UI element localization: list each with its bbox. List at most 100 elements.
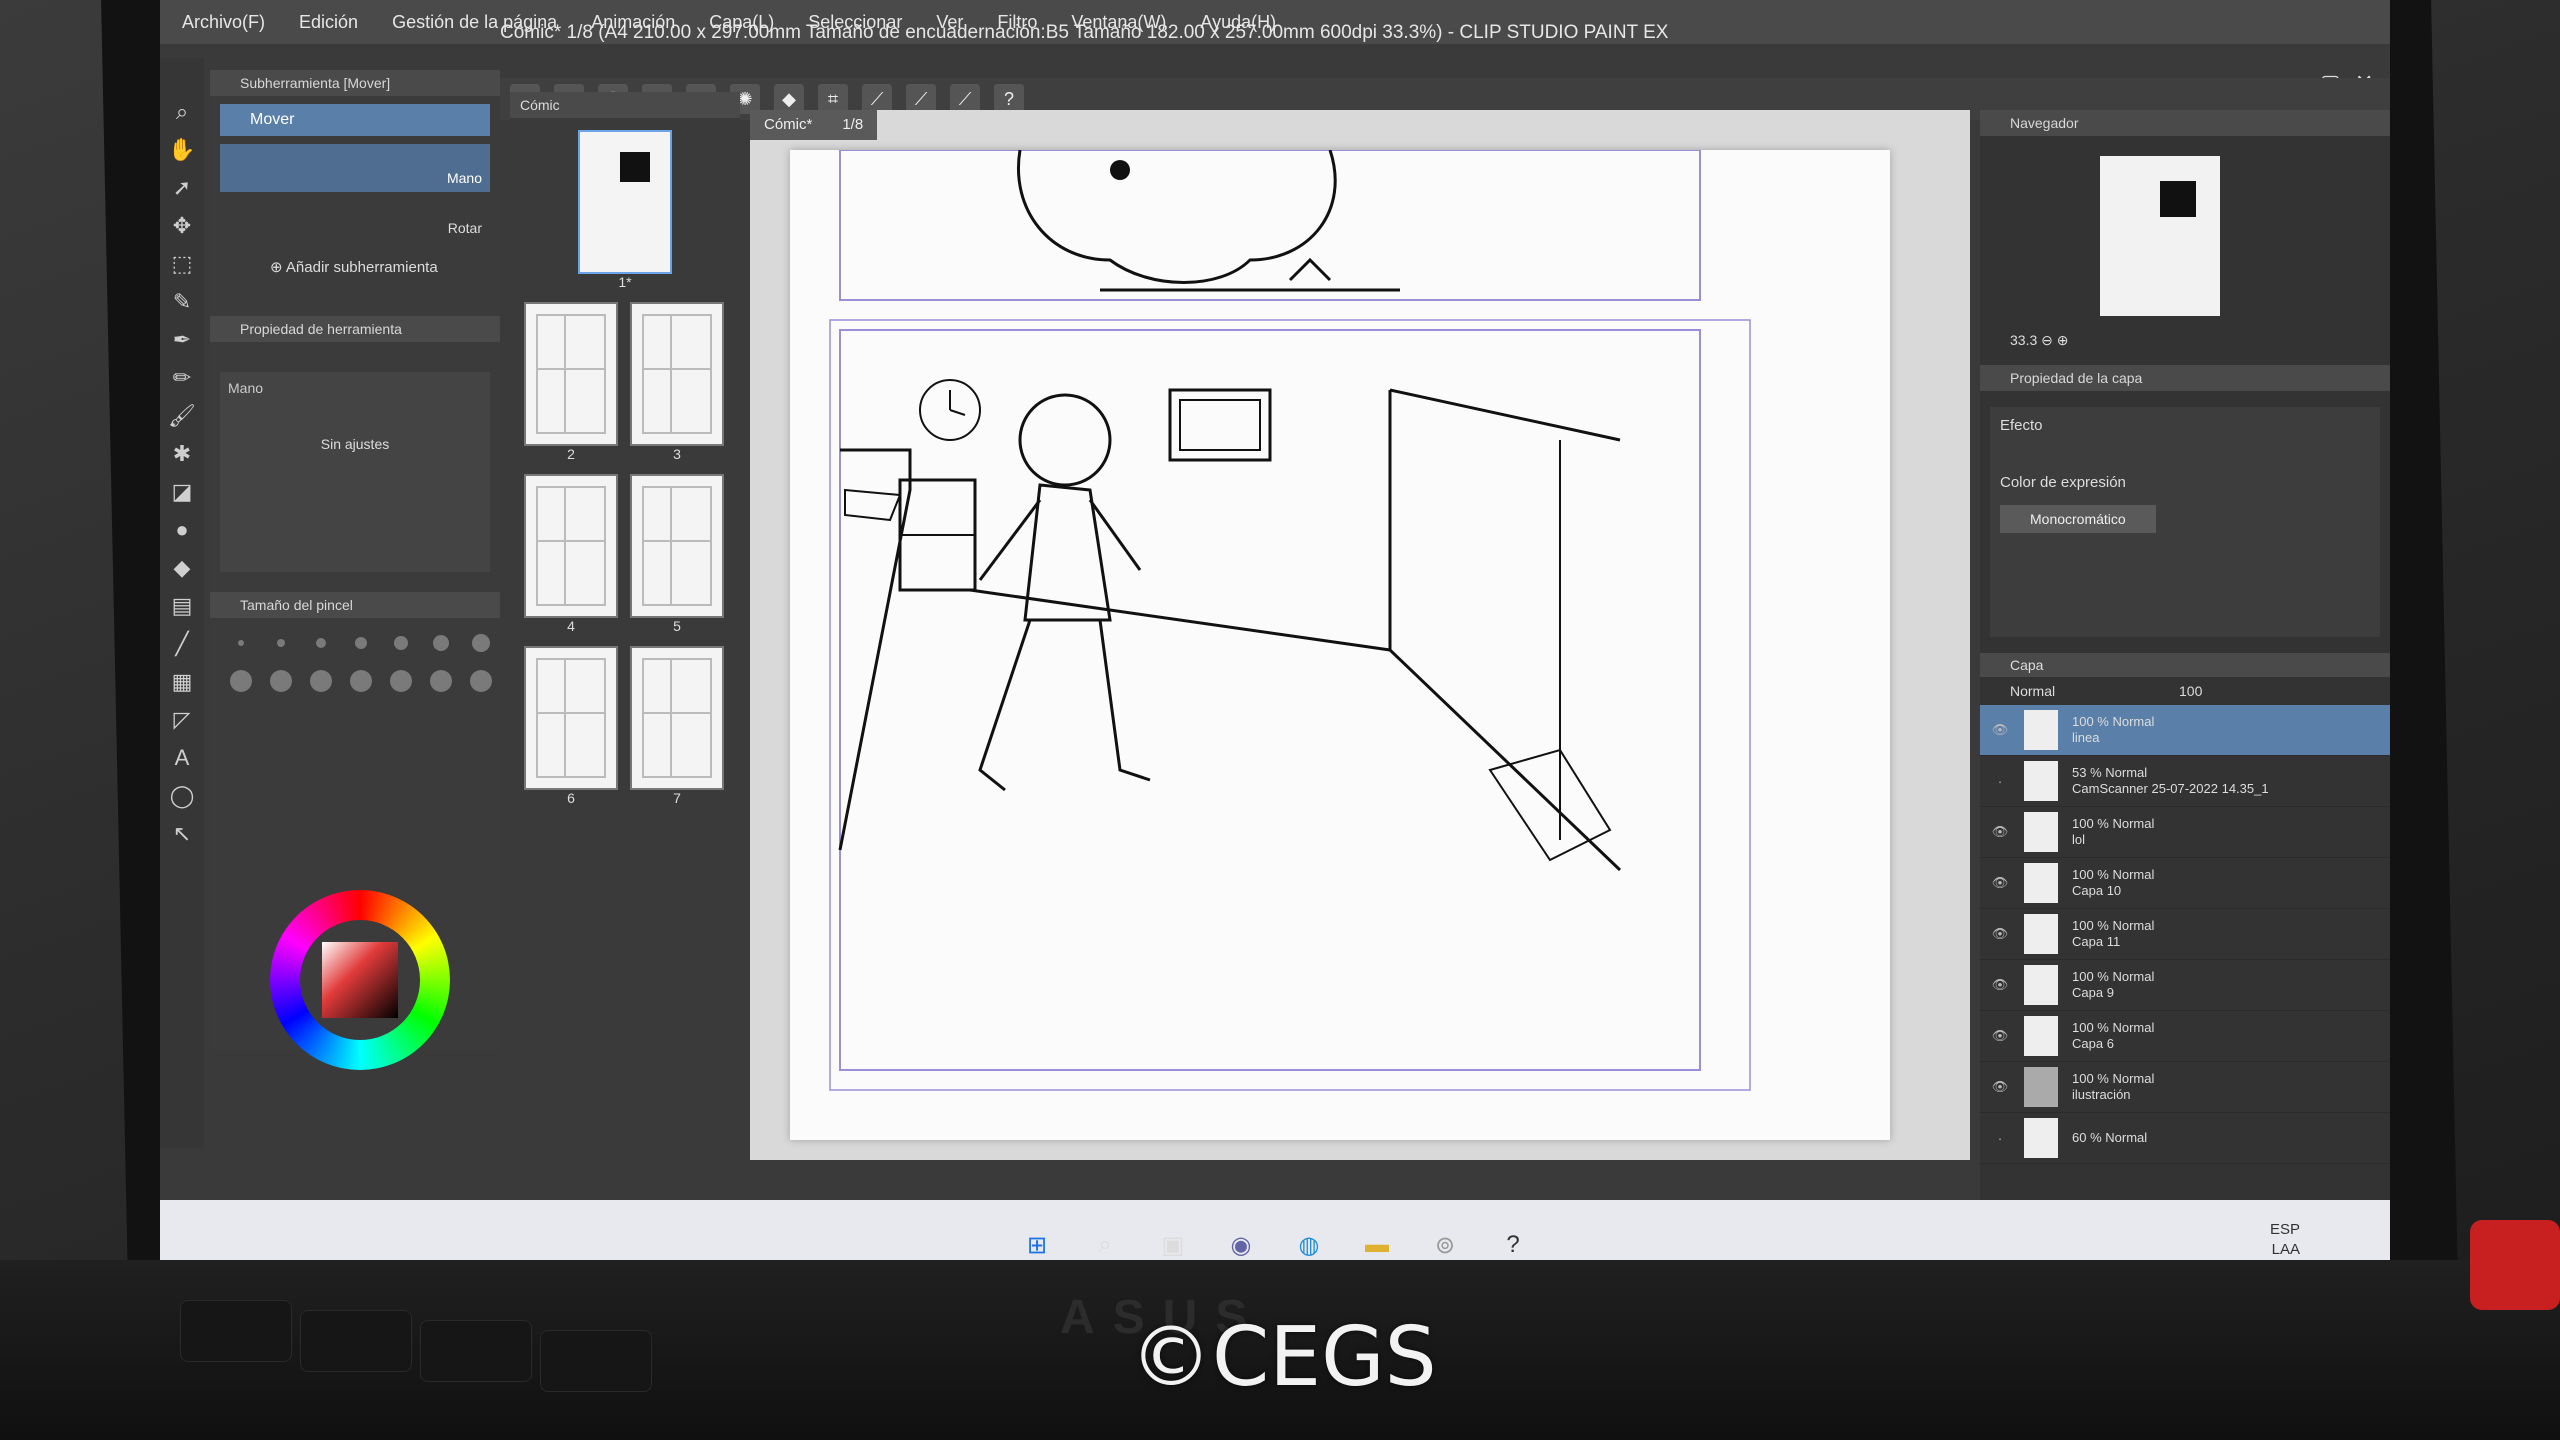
layer-row[interactable]: 👁 100 % Normal lol: [1980, 807, 2390, 858]
layer-name: lol: [2072, 832, 2086, 847]
page-6[interactable]: 6: [524, 646, 618, 806]
page-thumb[interactable]: [524, 474, 618, 618]
ruler-icon[interactable]: ◸: [168, 706, 196, 734]
brush-size-option[interactable]: [277, 639, 285, 647]
language-indicator[interactable]: ESP: [2263, 1220, 2300, 1240]
chat-icon[interactable]: ◉: [1222, 1226, 1260, 1264]
blend-icon[interactable]: ●: [168, 516, 196, 544]
layer-row[interactable]: 👁 100 % Normal Capa 10: [1980, 858, 2390, 909]
page-1[interactable]: 1*: [578, 130, 672, 290]
brush-size-option[interactable]: [310, 670, 332, 692]
brush-size-option[interactable]: [390, 670, 412, 692]
navigator-zoom[interactable]: 33.3 ⊖ ⊕: [2010, 332, 2360, 349]
layer-row[interactable]: · 60 % Normal: [1980, 1113, 2390, 1164]
canvas-tab[interactable]: Cómic* 1/8: [750, 110, 878, 140]
eye-icon[interactable]: 👁: [1990, 926, 2010, 942]
correct-line-icon[interactable]: ↖: [168, 820, 196, 848]
navigator-preview[interactable]: [2100, 156, 2220, 316]
operation-icon[interactable]: ➚: [168, 174, 196, 202]
zoom-icon[interactable]: ⌕: [168, 98, 196, 126]
task-view-icon[interactable]: ▣: [1154, 1226, 1192, 1264]
subtool-hand[interactable]: Mano: [220, 144, 490, 192]
page-thumb[interactable]: [524, 302, 618, 446]
selection-icon[interactable]: ⬚: [168, 250, 196, 278]
clip-studio-paint-icon[interactable]: ?: [1494, 1226, 1532, 1264]
eye-icon[interactable]: 👁: [1990, 1079, 2010, 1095]
layer-row[interactable]: 👁 100 % Normal Capa 6: [1980, 1011, 2390, 1062]
eye-icon[interactable]: 👁: [1990, 722, 2010, 738]
tool-property-header: Propiedad de herramienta: [210, 316, 500, 342]
page-thumb-1[interactable]: [578, 130, 672, 274]
page-manager-tab[interactable]: Cómic: [510, 92, 740, 118]
color-saturation-square[interactable]: [322, 942, 398, 1018]
brush-size-option[interactable]: [394, 636, 408, 650]
page-2[interactable]: 2: [524, 302, 618, 462]
menu-file[interactable]: Archivo(F): [182, 12, 265, 33]
airbrush-icon[interactable]: ✱: [168, 440, 196, 468]
layer-row[interactable]: 👁 100 % Normal Capa 9: [1980, 960, 2390, 1011]
eye-icon[interactable]: 👁: [1990, 1028, 2010, 1044]
color-wheel[interactable]: [270, 890, 450, 1070]
layer-row[interactable]: · 53 % Normal CamScanner 25-07-2022 14.35_…: [1980, 756, 2390, 807]
add-subtool-button[interactable]: ⊕ Añadir subherramienta: [270, 258, 500, 276]
pen-icon[interactable]: ✒: [168, 326, 196, 354]
comic-page[interactable]: [790, 149, 1890, 1140]
opacity-value[interactable]: 100: [2179, 683, 2202, 699]
menu-edit[interactable]: Edición: [299, 12, 358, 33]
edge-browser-icon[interactable]: ◍: [1290, 1226, 1328, 1264]
gradient-icon[interactable]: ▤: [168, 592, 196, 620]
brush-size-option[interactable]: [430, 670, 452, 692]
eye-icon[interactable]: 👁: [1990, 977, 2010, 993]
search-icon[interactable]: ⌕: [1086, 1226, 1124, 1264]
subtool-rotate[interactable]: Rotar: [220, 202, 490, 242]
page-7[interactable]: 7: [630, 646, 724, 806]
file-explorer-icon[interactable]: ▬: [1358, 1226, 1396, 1264]
brush-size-option[interactable]: [350, 670, 372, 692]
eye-icon[interactable]: ·: [1990, 774, 2010, 789]
hand-icon[interactable]: ✋: [168, 136, 196, 164]
brush-size-option[interactable]: [230, 670, 252, 692]
brush-size-option[interactable]: [238, 640, 244, 646]
blend-mode-select[interactable]: Normal: [2010, 683, 2055, 699]
frame-icon[interactable]: ▦: [168, 668, 196, 696]
brush-size-option[interactable]: [270, 670, 292, 692]
brush-icon[interactable]: 🖌: [168, 402, 196, 430]
layer-row[interactable]: 👁 100 % Normal linea: [1980, 705, 2390, 756]
brush-size-option[interactable]: [316, 638, 326, 648]
figure-icon[interactable]: ╱: [168, 630, 196, 658]
balloon-icon[interactable]: ◯: [168, 782, 196, 810]
brush-size-option[interactable]: [355, 637, 367, 649]
page-thumb[interactable]: [630, 474, 724, 618]
color-expression-label: Color de expresión: [2000, 474, 2126, 491]
text-icon[interactable]: A: [168, 744, 196, 772]
page-thumb[interactable]: [524, 646, 618, 790]
page-4[interactable]: 4: [524, 474, 618, 634]
zoom-out-icon[interactable]: ⊖: [2041, 332, 2053, 348]
layer-row[interactable]: 👁 100 % Normal Capa 11: [1980, 909, 2390, 960]
red-light-object: [2470, 1220, 2560, 1310]
layer-folder-row[interactable]: 👁 100 % Normal ilustración: [1980, 1062, 2390, 1113]
page-thumb[interactable]: [630, 302, 724, 446]
fill-tool-icon[interactable]: ◆: [168, 554, 196, 582]
eyedropper-icon[interactable]: ✎: [168, 288, 196, 316]
brush-size-option[interactable]: [433, 635, 449, 651]
brush-size-option[interactable]: [472, 634, 490, 652]
move-icon[interactable]: ✥: [168, 212, 196, 240]
subtool-move[interactable]: Mover: [220, 104, 490, 136]
layer-name: CamScanner 25-07-2022 14.35_1: [2072, 781, 2269, 796]
zoom-in-icon[interactable]: ⊕: [2057, 332, 2069, 348]
canvas-area[interactable]: Cómic* 1/8: [750, 110, 1970, 1160]
eye-icon[interactable]: 👁: [1990, 824, 2010, 840]
eye-icon[interactable]: 👁: [1990, 875, 2010, 891]
clip-studio-icon[interactable]: ⊚: [1426, 1226, 1464, 1264]
brush-size-option[interactable]: [470, 670, 492, 692]
pencil-icon[interactable]: ✏: [168, 364, 196, 392]
page-3[interactable]: 3: [630, 302, 724, 462]
window-title: Cómic* 1/8 (A4 210.00 x 297.00mm Tamaño …: [500, 22, 1669, 43]
start-menu-icon[interactable]: ⊞: [1018, 1226, 1056, 1264]
page-5[interactable]: 5: [630, 474, 724, 634]
eraser-icon[interactable]: ◪: [168, 478, 196, 506]
page-thumb[interactable]: [630, 646, 724, 790]
color-expression-select[interactable]: Monocromático: [2000, 505, 2156, 533]
eye-icon[interactable]: ·: [1990, 1131, 2010, 1146]
